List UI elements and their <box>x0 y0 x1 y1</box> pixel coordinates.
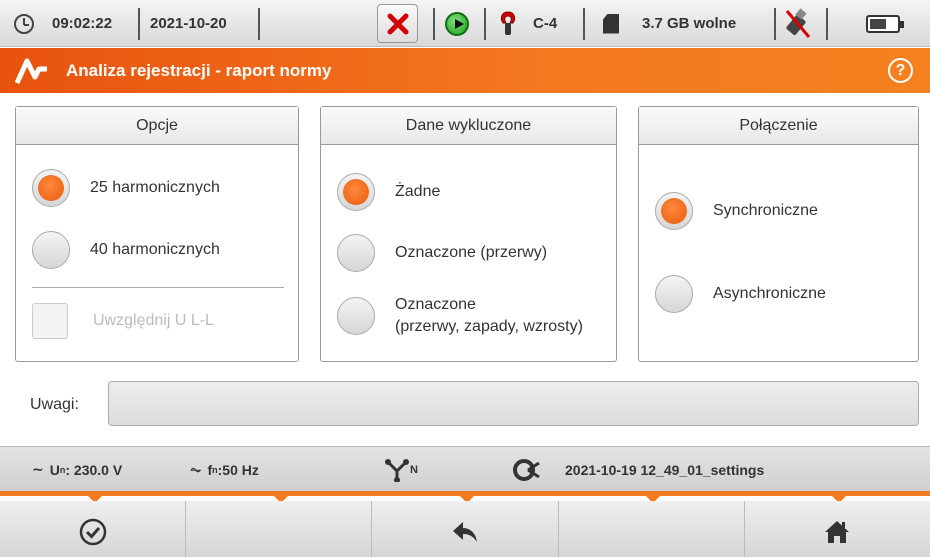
settings-wrench-icon <box>513 447 541 492</box>
radio-label-line1: Oznaczone <box>395 296 476 313</box>
radio-button[interactable] <box>32 169 70 207</box>
back-arrow-icon <box>453 521 477 542</box>
radio-marked-all-events[interactable]: Oznaczone (przerwy, zapady, wzrosty) <box>337 294 583 338</box>
radio-button[interactable] <box>32 231 70 269</box>
clamp-type: C-4 <box>533 15 558 32</box>
close-icon <box>387 13 408 34</box>
status-separator <box>433 8 435 40</box>
nominal-voltage: : 230.0 V <box>65 461 123 478</box>
confirm-button[interactable] <box>0 501 187 557</box>
title-bar: Analiza rejestracji - raport normy ? <box>0 48 930 93</box>
settings-file-name: 2021-10-19 12_49_01_settings <box>565 461 765 478</box>
status-time: 09:02:22 <box>52 15 113 32</box>
divider <box>32 287 284 288</box>
radio-button[interactable] <box>337 173 375 211</box>
excluded-data-panel-header: Dane wykluczone <box>321 107 616 145</box>
radio-button[interactable] <box>655 192 693 230</box>
network-type-icon: N <box>384 447 418 492</box>
radio-label: 40 harmonicznych <box>90 241 220 258</box>
info-bar: ∼ Un: 230.0 V ⏦ f n:50 Hz N 2021-10-19 12… <box>0 446 930 491</box>
radio-asynchronous[interactable]: Asynchroniczne <box>655 275 826 313</box>
play-icon <box>445 0 469 47</box>
radio-button[interactable] <box>337 234 375 272</box>
stop-recording-button[interactable] <box>377 4 418 43</box>
frequency-info: ⏦ f n:50 Hz <box>190 447 259 492</box>
clamp-icon <box>497 0 519 47</box>
app-logo-icon <box>14 56 50 86</box>
back-button[interactable] <box>372 501 559 557</box>
connection-panel-header: Połączenie <box>639 107 918 145</box>
storage-free: 3.7 GB wolne <box>642 15 737 32</box>
function-button-4[interactable] <box>558 501 745 557</box>
status-separator <box>826 8 828 40</box>
status-separator <box>583 8 585 40</box>
voltage-symbol: U <box>49 461 60 478</box>
clock-icon <box>14 0 34 47</box>
sine-wave-icon: ∼ <box>32 461 44 477</box>
voltage-info: ∼ Un: 230.0 V <box>32 447 122 492</box>
options-panel-header: Opcje <box>16 107 298 145</box>
status-separator <box>484 8 486 40</box>
remarks-input[interactable] <box>108 381 919 426</box>
radio-25-harmonics[interactable]: 25 harmonicznych <box>32 169 220 207</box>
radio-label: Oznaczone (przerwy) <box>395 244 548 261</box>
remarks-label: Uwagi: <box>30 396 79 413</box>
radio-synchronous[interactable]: Synchroniczne <box>655 192 818 230</box>
nominal-frequency: :50 Hz <box>217 461 259 478</box>
radio-label: 25 harmonicznych <box>90 179 220 196</box>
checkbox-label: Uwzględnij U L-L <box>93 312 214 329</box>
battery-icon <box>866 0 904 47</box>
status-separator <box>258 8 260 40</box>
radio-label: Oznaczone (przerwy, zapady, wzrosty) <box>395 294 583 338</box>
home-icon <box>825 520 850 543</box>
checkmark-icon <box>79 518 106 545</box>
function-button-2[interactable] <box>186 501 373 557</box>
connection-panel: Połączenie Synchroniczne Asynchroniczne <box>638 106 919 362</box>
include-ull-checkbox[interactable]: Uwzględnij U L-L <box>32 303 214 339</box>
frequency-wave-icon: ⏦ <box>190 461 202 477</box>
home-button[interactable] <box>744 501 930 557</box>
checkbox[interactable] <box>32 303 68 339</box>
radio-label-line2: (przerwy, zapady, wzrosty) <box>395 318 583 335</box>
options-panel: Opcje 25 harmonicznych 40 harmonicznych … <box>15 106 299 362</box>
usb-disconnected-icon <box>784 0 812 47</box>
status-separator <box>138 8 140 40</box>
radio-button[interactable] <box>655 275 693 313</box>
sd-card-icon <box>603 0 619 47</box>
radio-label: Żadne <box>395 183 441 200</box>
help-icon[interactable]: ? <box>888 58 913 83</box>
radio-marked-interruptions[interactable]: Oznaczone (przerwy) <box>337 234 547 272</box>
status-date: 2021-10-20 <box>150 15 227 32</box>
excluded-data-panel: Dane wykluczone Żadne Oznaczone (przerwy… <box>320 106 617 362</box>
radio-none[interactable]: Żadne <box>337 173 440 211</box>
radio-button[interactable] <box>337 297 375 335</box>
status-separator <box>774 8 776 40</box>
status-bar: 09:02:22 2021-10-20 C-4 3.7 GB wolne <box>0 0 930 47</box>
page-title: Analiza rejestracji - raport normy <box>66 60 332 80</box>
radio-label: Asynchroniczne <box>713 285 826 302</box>
network-type-subscript: N <box>410 463 418 476</box>
radio-40-harmonics[interactable]: 40 harmonicznych <box>32 231 220 269</box>
radio-label: Synchroniczne <box>713 202 818 219</box>
function-buttons <box>0 501 930 557</box>
